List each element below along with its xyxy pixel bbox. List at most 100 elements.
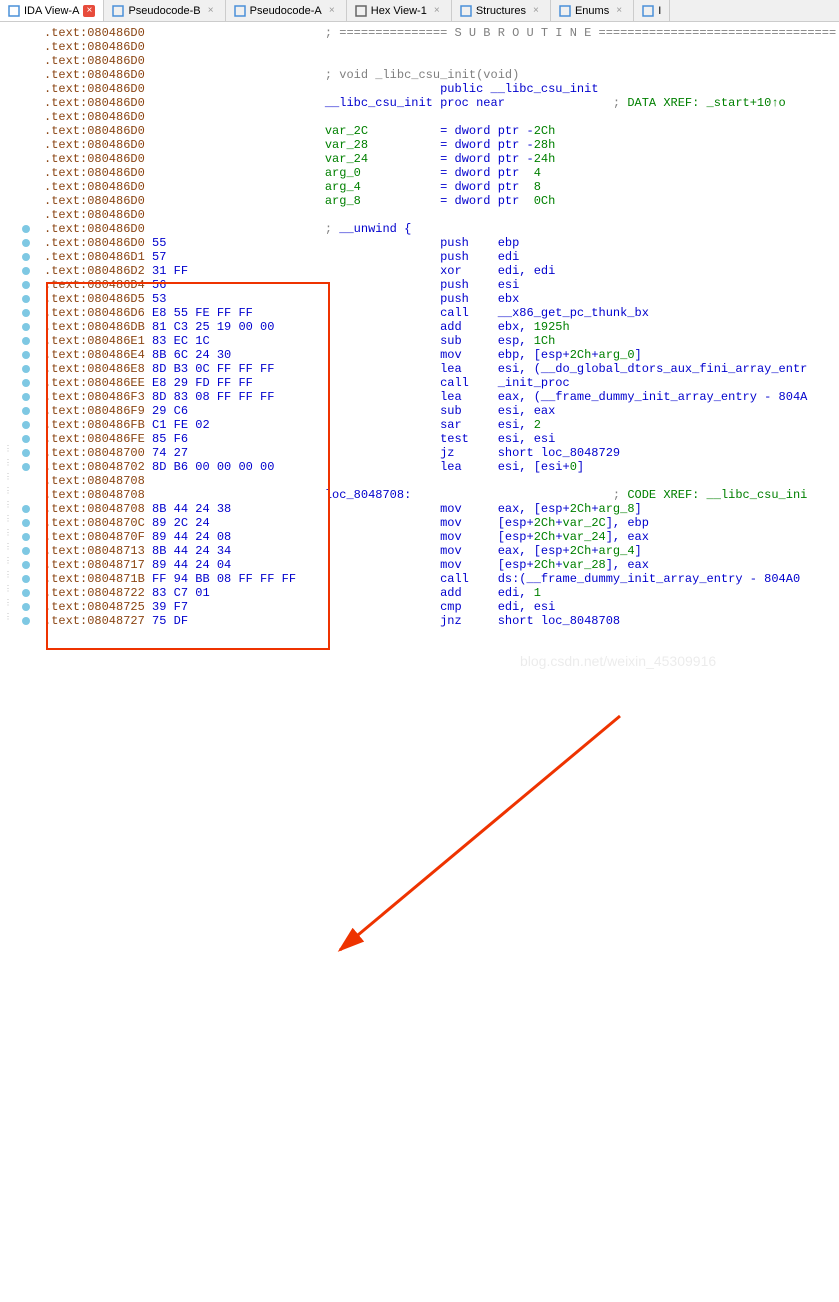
code-line[interactable]: .text:080486D5 53 push ebx: [44, 292, 839, 306]
breakpoint-dot[interactable]: [22, 309, 30, 317]
tab-structures[interactable]: Structures ×: [452, 0, 551, 21]
code-line[interactable]: .text:080486D0 var_28 = dword ptr -28h: [44, 138, 839, 152]
breakpoint-dot[interactable]: [22, 365, 30, 373]
code-line[interactable]: .text:080486EE E8 29 FD FF FF call _init…: [44, 376, 839, 390]
close-icon[interactable]: ×: [83, 5, 95, 17]
code-line[interactable]: .text:0804871B FF 94 BB 08 FF FF FF call…: [44, 572, 839, 586]
instruction: mov [esp+2Ch+var_28], eax: [325, 558, 649, 572]
code-line[interactable]: .text:08048708 8B 44 24 38 mov eax, [esp…: [44, 502, 839, 516]
tab-icon: [234, 5, 246, 17]
code-line[interactable]: .text:080486D0 arg_4 = dword ptr 8: [44, 180, 839, 194]
hex-bytes: C1 FE 02: [152, 418, 325, 432]
tab-pseudocode-a[interactable]: Pseudocode-A×: [226, 0, 347, 21]
code-line[interactable]: .text:080486FB C1 FE 02 sar esi, 2: [44, 418, 839, 432]
instruction: public __libc_csu_init: [325, 82, 599, 96]
code-line[interactable]: .text:080486D0 var_24 = dword ptr -24h: [44, 152, 839, 166]
hex-bytes: [152, 26, 325, 40]
code-line[interactable]: .text:08048708 loc_8048708: ; CODE XREF:…: [44, 488, 839, 502]
breakpoint-dot[interactable]: [22, 225, 30, 233]
code-line[interactable]: .text:080486D0 ; =============== S U B R…: [44, 26, 839, 40]
instruction: var_2C = dword ptr -2Ch: [325, 124, 555, 138]
tab-pseudocode-b[interactable]: Pseudocode-B ×: [104, 0, 225, 21]
hex-bytes: [152, 138, 325, 152]
breakpoint-dot[interactable]: [22, 421, 30, 429]
code-line[interactable]: .text:08048725 39 F7 cmp edi, esi: [44, 600, 839, 614]
breakpoint-dot[interactable]: [22, 239, 30, 247]
instruction: jnz short loc_8048708: [325, 614, 620, 628]
close-icon[interactable]: ×: [205, 5, 217, 17]
tab-label: Pseudocode-B: [128, 5, 200, 17]
code-line[interactable]: .text:080486D4 56 push esi: [44, 278, 839, 292]
tab-i[interactable]: I: [634, 0, 670, 21]
flow-arrow: ⋮: [4, 544, 24, 552]
breakpoint-dot[interactable]: [22, 295, 30, 303]
hex-bytes: [152, 68, 325, 82]
breakpoint-dot[interactable]: [22, 435, 30, 443]
breakpoint-dot[interactable]: [22, 323, 30, 331]
address: .text:080486D0: [44, 110, 145, 124]
address: .text:080486D0: [44, 54, 145, 68]
instruction: call ds:(__frame_dummy_init_array_entry …: [325, 572, 800, 586]
breakpoint-dot[interactable]: [22, 407, 30, 415]
instruction: mov [esp+2Ch+var_24], eax: [325, 530, 649, 544]
code-line[interactable]: .text:080486D0 var_2C = dword ptr -2Ch: [44, 124, 839, 138]
code-line[interactable]: .text:080486D0 arg_0 = dword ptr 4: [44, 166, 839, 180]
code-line[interactable]: .text:080486D2 31 FF xor edi, edi: [44, 264, 839, 278]
instruction: call _init_proc: [325, 376, 570, 390]
instruction: mov eax, [esp+2Ch+arg_4]: [325, 544, 642, 558]
close-icon[interactable]: ×: [326, 5, 338, 17]
code-line[interactable]: .text:08048700 74 27 jz short loc_804872…: [44, 446, 839, 460]
code-line[interactable]: .text:080486E1 83 EC 1C sub esp, 1Ch: [44, 334, 839, 348]
code-line[interactable]: .text:080486F9 29 C6 sub esi, eax: [44, 404, 839, 418]
code-line[interactable]: .text:080486D6 E8 55 FE FF FF call __x86…: [44, 306, 839, 320]
breakpoint-dot[interactable]: [22, 393, 30, 401]
code-line[interactable]: .text:080486D0 ; __unwind {: [44, 222, 839, 236]
code-line[interactable]: .text:08048713 8B 44 24 34 mov eax, [esp…: [44, 544, 839, 558]
hex-bytes: 83 C7 01: [152, 586, 325, 600]
breakpoint-dot[interactable]: [22, 337, 30, 345]
hex-bytes: 39 F7: [152, 600, 325, 614]
breakpoint-dot[interactable]: [22, 351, 30, 359]
instruction: push ebp: [325, 236, 519, 250]
tab-hex-view-1[interactable]: Hex View-1×: [347, 0, 452, 21]
code-line[interactable]: .text:08048722 83 C7 01 add edi, 1: [44, 586, 839, 600]
code-line[interactable]: .text:080486D0 arg_8 = dword ptr 0Ch: [44, 194, 839, 208]
breakpoint-dot[interactable]: [22, 267, 30, 275]
address: .text:080486D0: [44, 236, 145, 250]
tab-ida-view-a[interactable]: IDA View-A×: [0, 0, 104, 21]
code-line[interactable]: .text:08048708: [44, 474, 839, 488]
breakpoint-dot[interactable]: [22, 281, 30, 289]
code-line[interactable]: .text:08048702 8D B6 00 00 00 00 lea esi…: [44, 460, 839, 474]
code-line[interactable]: .text:080486D0: [44, 40, 839, 54]
code-line[interactable]: .text:08048717 89 44 24 04 mov [esp+2Ch+…: [44, 558, 839, 572]
hex-bytes: [152, 54, 325, 68]
disassembly-view[interactable]: ⋮⋮⋮⋮⋮⋮⋮⋮⋮⋮⋮⋮⋮ .text:080486D0 ; =========…: [0, 22, 839, 628]
code-line[interactable]: .text:080486D0 public __libc_csu_init: [44, 82, 839, 96]
code-line[interactable]: .text:080486F3 8D 83 08 FF FF FF lea eax…: [44, 390, 839, 404]
breakpoint-dot[interactable]: [22, 253, 30, 261]
code-line[interactable]: .text:080486E4 8B 6C 24 30 mov ebp, [esp…: [44, 348, 839, 362]
tab-label: Structures: [476, 5, 526, 17]
hex-bytes: [152, 96, 325, 110]
code-line[interactable]: .text:080486D0 ; void _libc_csu_init(voi…: [44, 68, 839, 82]
code-line[interactable]: .text:080486FE 85 F6 test esi, esi: [44, 432, 839, 446]
code-line[interactable]: .text:080486D0 __libc_csu_init proc near…: [44, 96, 839, 110]
close-icon[interactable]: ×: [431, 5, 443, 17]
tab-enums[interactable]: Enums×: [551, 0, 634, 21]
address: .text:080486E1: [44, 334, 145, 348]
instruction: lea esi, (__do_global_dtors_aux_fini_arr…: [325, 362, 808, 376]
breakpoint-dot[interactable]: [22, 379, 30, 387]
code-line[interactable]: .text:080486E8 8D B3 0C FF FF FF lea esi…: [44, 362, 839, 376]
code-line[interactable]: .text:080486D0: [44, 110, 839, 124]
code-line[interactable]: .text:0804870C 89 2C 24 mov [esp+2Ch+var…: [44, 516, 839, 530]
close-icon[interactable]: ×: [530, 5, 542, 17]
code-line[interactable]: .text:08048727 75 DF jnz short loc_80487…: [44, 614, 839, 628]
code-line[interactable]: .text:080486D0 55 push ebp: [44, 236, 839, 250]
address: .text:080486F9: [44, 404, 145, 418]
code-line[interactable]: .text:080486D0: [44, 208, 839, 222]
code-line[interactable]: .text:080486DB 81 C3 25 19 00 00 add ebx…: [44, 320, 839, 334]
code-line[interactable]: .text:080486D0: [44, 54, 839, 68]
close-icon[interactable]: ×: [613, 5, 625, 17]
code-line[interactable]: .text:080486D1 57 push edi: [44, 250, 839, 264]
code-line[interactable]: .text:0804870F 89 44 24 08 mov [esp+2Ch+…: [44, 530, 839, 544]
